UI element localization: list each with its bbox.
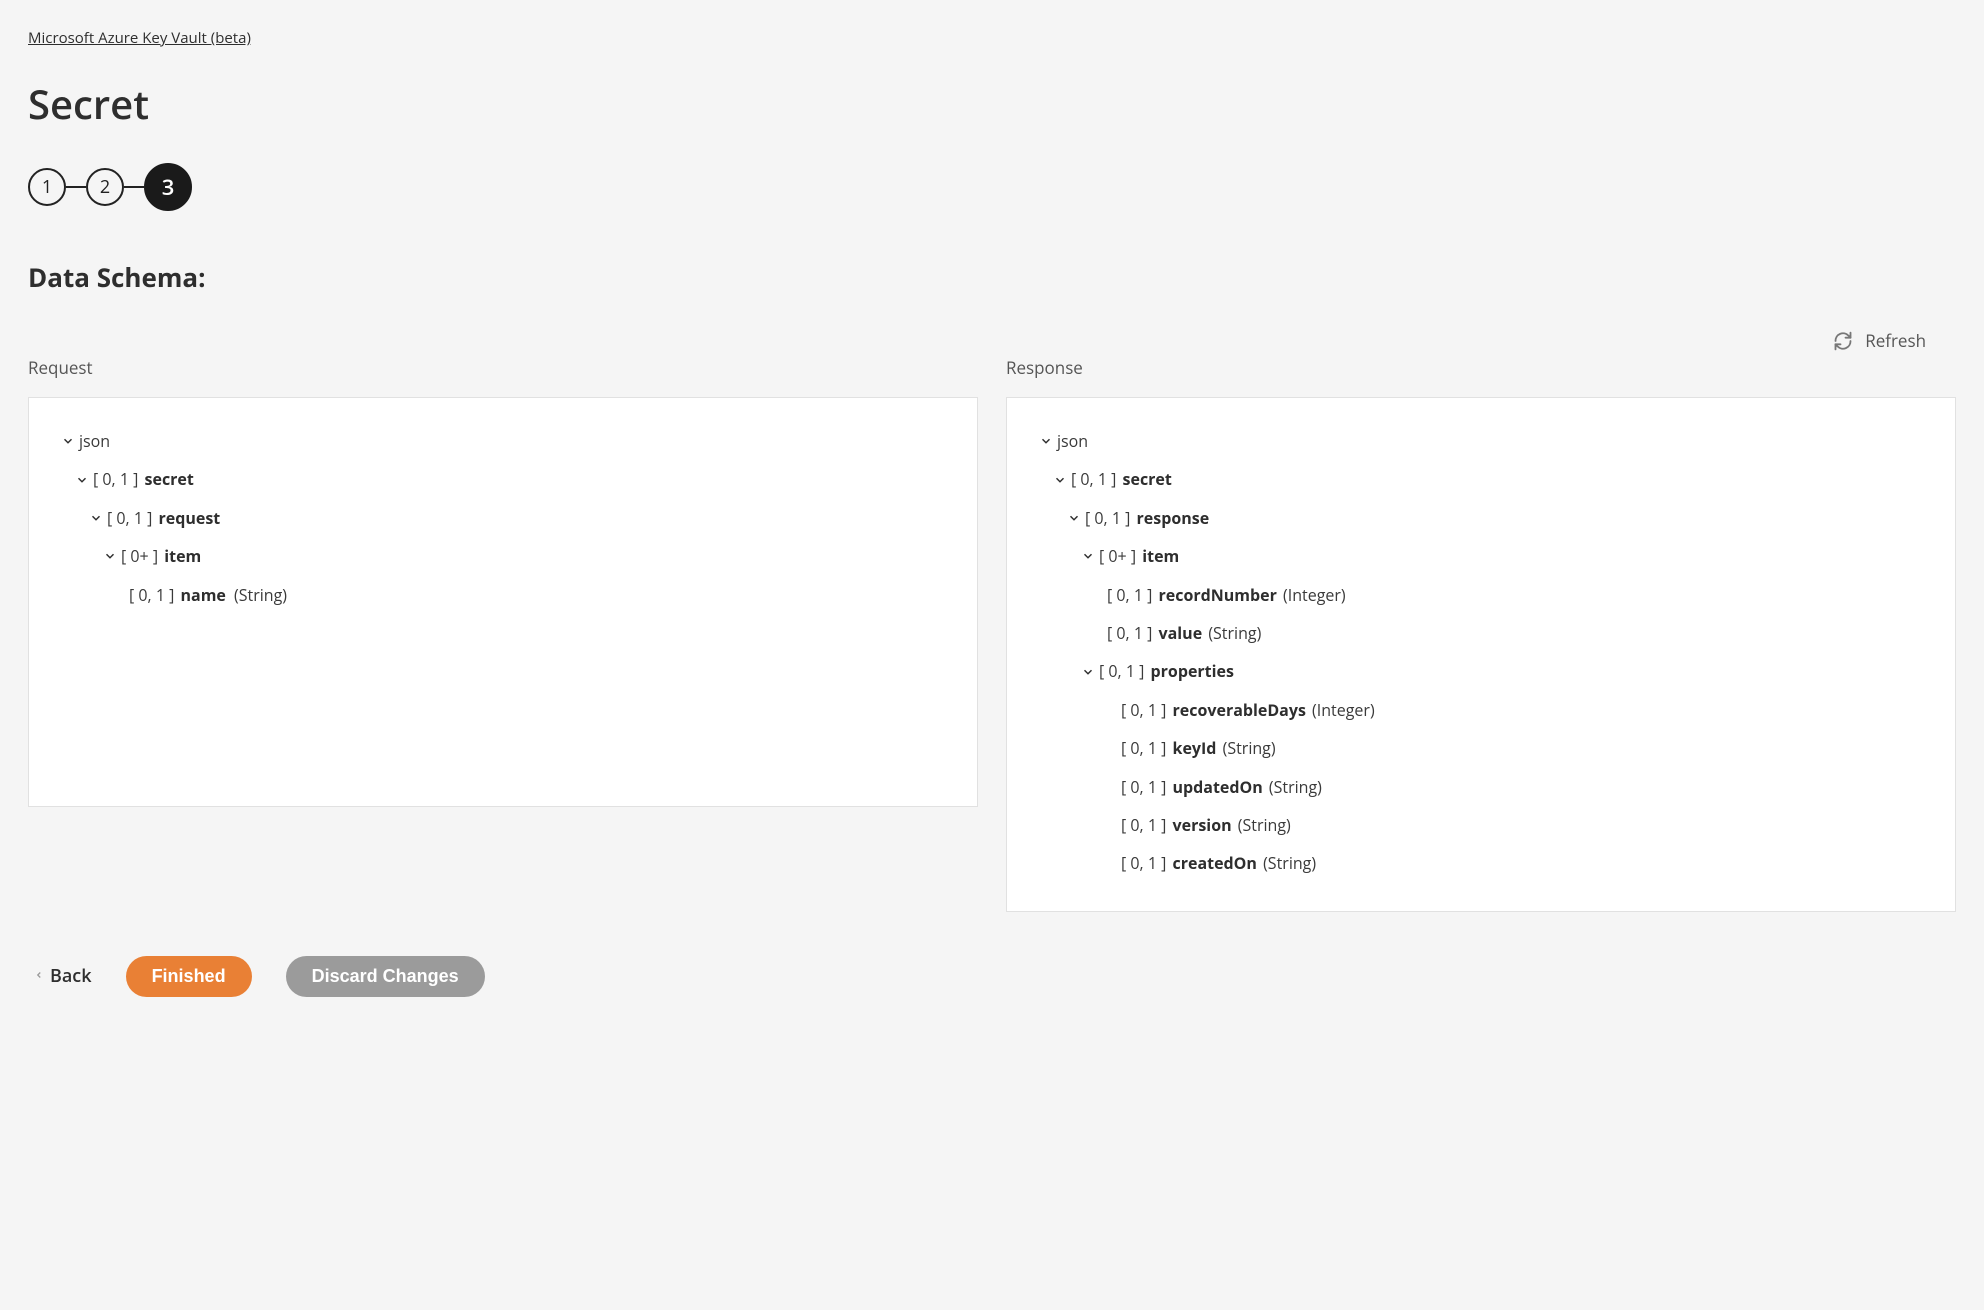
chevron-down-icon[interactable] bbox=[101, 549, 119, 563]
cardinality: [ 0, 1 ] bbox=[1121, 772, 1166, 802]
node-name: name bbox=[181, 580, 226, 610]
tree-row-secret[interactable]: [ 0, 1 ] secret bbox=[59, 460, 947, 498]
tree-row-request[interactable]: [ 0, 1 ] request bbox=[59, 499, 947, 537]
node-type: (Integer) bbox=[1312, 695, 1375, 725]
cardinality: [ 0, 1 ] bbox=[1121, 810, 1166, 840]
tree-row-updatedon[interactable]: [ 0, 1 ] updatedOn (String) bbox=[1037, 768, 1925, 806]
node-name: recordNumber bbox=[1159, 580, 1277, 610]
response-column-label: Response bbox=[1006, 356, 1956, 379]
tree-row-item[interactable]: [ 0+ ] item bbox=[59, 537, 947, 575]
tree-row-item[interactable]: [ 0+ ] item bbox=[1037, 537, 1925, 575]
cardinality: [ 0+ ] bbox=[121, 541, 158, 571]
node-type bbox=[228, 580, 232, 610]
chevron-down-icon[interactable] bbox=[1065, 511, 1083, 525]
node-type: (String) bbox=[1238, 810, 1291, 840]
refresh-button[interactable]: Refresh bbox=[28, 329, 1956, 352]
node-type: (String) bbox=[1208, 618, 1261, 648]
finished-button[interactable]: Finished bbox=[126, 956, 252, 997]
node-type: (String) bbox=[1269, 772, 1322, 802]
discard-button[interactable]: Discard Changes bbox=[286, 956, 485, 997]
cardinality: [ 0, 1 ] bbox=[129, 580, 174, 610]
chevron-down-icon[interactable] bbox=[1037, 434, 1055, 448]
node-name: keyId bbox=[1173, 733, 1217, 763]
request-column: Request json [ 0, 1 ] secret bbox=[28, 356, 978, 912]
node-name: secret bbox=[145, 464, 194, 494]
tree-row-createdon[interactable]: [ 0, 1 ] createdOn (String) bbox=[1037, 844, 1925, 882]
step-3-active[interactable]: 3 bbox=[144, 163, 192, 211]
cardinality: [ 0, 1 ] bbox=[1085, 503, 1130, 533]
chevron-down-icon[interactable] bbox=[1079, 665, 1097, 679]
cardinality: [ 0, 1 ] bbox=[1121, 848, 1166, 878]
page-title: Secret bbox=[28, 76, 1956, 131]
node-name: recoverableDays bbox=[1173, 695, 1306, 725]
refresh-icon bbox=[1833, 331, 1853, 351]
cardinality: [ 0+ ] bbox=[1099, 541, 1136, 571]
refresh-label: Refresh bbox=[1865, 329, 1926, 352]
node-name: response bbox=[1137, 503, 1210, 533]
cardinality: [ 0, 1 ] bbox=[1121, 733, 1166, 763]
back-label: Back bbox=[50, 964, 92, 988]
breadcrumb-link[interactable]: Microsoft Azure Key Vault (beta) bbox=[28, 28, 251, 48]
schema-wrap: Request json [ 0, 1 ] secret bbox=[28, 356, 1956, 912]
node-name: createdOn bbox=[1173, 848, 1257, 878]
tree-row-recordnumber[interactable]: [ 0, 1 ] recordNumber (Integer) bbox=[1037, 576, 1925, 614]
node-type: (String) bbox=[1223, 733, 1276, 763]
tree-row-response[interactable]: [ 0, 1 ] response bbox=[1037, 499, 1925, 537]
cardinality: [ 0, 1 ] bbox=[1071, 464, 1116, 494]
cardinality: [ 0, 1 ] bbox=[107, 503, 152, 533]
node-type: (String) bbox=[1263, 848, 1316, 878]
node-type: (Integer) bbox=[1283, 580, 1346, 610]
tree-row-version[interactable]: [ 0, 1 ] version (String) bbox=[1037, 806, 1925, 844]
step-connector bbox=[66, 186, 86, 188]
node-name: updatedOn bbox=[1173, 772, 1263, 802]
cardinality: [ 0, 1 ] bbox=[1107, 580, 1152, 610]
tree-row-secret[interactable]: [ 0, 1 ] secret bbox=[1037, 460, 1925, 498]
node-label: json bbox=[1057, 426, 1088, 456]
response-tree: json [ 0, 1 ] secret [ 0, 1 ] response bbox=[1037, 422, 1925, 883]
cardinality: [ 0, 1 ] bbox=[1099, 656, 1144, 686]
tree-row-keyid[interactable]: [ 0, 1 ] keyId (String) bbox=[1037, 729, 1925, 767]
chevron-down-icon[interactable] bbox=[73, 473, 91, 487]
request-panel: json [ 0, 1 ] secret [ 0, 1 ] request bbox=[28, 397, 978, 807]
node-label: json bbox=[79, 426, 110, 456]
footer: Back Finished Discard Changes bbox=[28, 956, 1956, 997]
tree-row-json[interactable]: json bbox=[59, 422, 947, 460]
response-panel: json [ 0, 1 ] secret [ 0, 1 ] response bbox=[1006, 397, 1956, 912]
tree-row-name-field[interactable]: [ 0, 1 ] name (String) bbox=[59, 576, 947, 614]
tree-row-json[interactable]: json bbox=[1037, 422, 1925, 460]
step-1[interactable]: 1 bbox=[28, 168, 66, 206]
chevron-down-icon[interactable] bbox=[1079, 549, 1097, 563]
section-heading: Data Schema: bbox=[28, 259, 1956, 295]
step-connector bbox=[124, 186, 144, 188]
node-name: item bbox=[164, 541, 201, 571]
node-name: value bbox=[1159, 618, 1203, 648]
request-tree: json [ 0, 1 ] secret [ 0, 1 ] request bbox=[59, 422, 947, 614]
chevron-down-icon[interactable] bbox=[59, 434, 77, 448]
tree-row-recoverabledays[interactable]: [ 0, 1 ] recoverableDays (Integer) bbox=[1037, 691, 1925, 729]
cardinality: [ 0, 1 ] bbox=[1107, 618, 1152, 648]
back-button[interactable]: Back bbox=[34, 964, 92, 988]
cardinality: [ 0, 1 ] bbox=[93, 464, 138, 494]
node-name: properties bbox=[1151, 656, 1234, 686]
node-name: secret bbox=[1123, 464, 1172, 494]
chevron-down-icon[interactable] bbox=[87, 511, 105, 525]
tree-row-value[interactable]: [ 0, 1 ] value (String) bbox=[1037, 614, 1925, 652]
step-2[interactable]: 2 bbox=[86, 168, 124, 206]
response-column: Response json [ 0, 1 ] secret bbox=[1006, 356, 1956, 912]
tree-row-properties[interactable]: [ 0, 1 ] properties bbox=[1037, 652, 1925, 690]
wizard-stepper: 1 2 3 bbox=[28, 163, 1956, 211]
cardinality: [ 0, 1 ] bbox=[1121, 695, 1166, 725]
request-column-label: Request bbox=[28, 356, 978, 379]
node-name: item bbox=[1142, 541, 1179, 571]
node-name: request bbox=[159, 503, 221, 533]
chevron-left-icon bbox=[34, 964, 44, 988]
node-name: version bbox=[1173, 810, 1232, 840]
chevron-down-icon[interactable] bbox=[1051, 473, 1069, 487]
